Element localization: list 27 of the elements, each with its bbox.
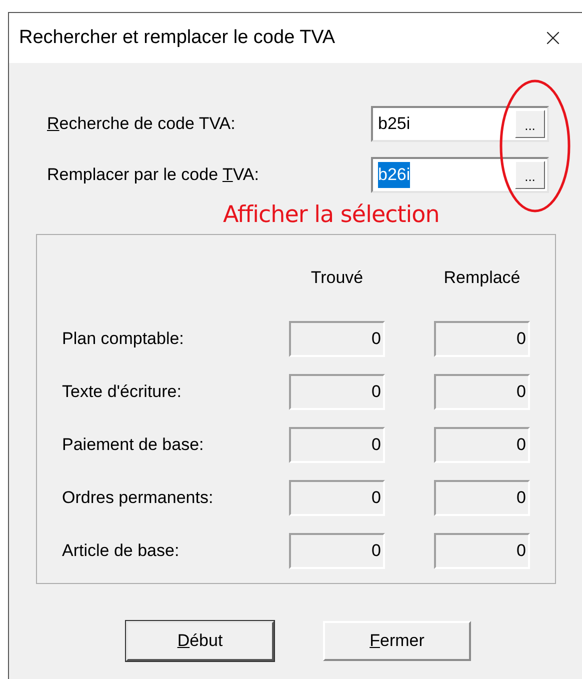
- row-label: Article de base:: [62, 540, 180, 562]
- input-field[interactable]: b26i ...: [371, 157, 549, 193]
- count-field: 0: [434, 533, 530, 569]
- count-field: 0: [434, 480, 530, 516]
- column-header: Trouvé: [310, 267, 364, 287]
- row-label: Texte d'écriture:: [62, 381, 182, 404]
- field-label: Remplacer par le code TVA:: [47, 164, 260, 186]
- browse-button[interactable]: ...: [515, 110, 545, 138]
- browse-button[interactable]: ...: [515, 161, 545, 189]
- count-field: 0: [434, 374, 530, 410]
- row-label: Paiement de base:: [62, 434, 205, 456]
- window-title: Rechercher et remplacer le code TVA: [19, 26, 336, 50]
- count-field: 0: [289, 480, 385, 516]
- count-field: 0: [289, 427, 385, 463]
- count-field: 0: [289, 321, 385, 357]
- annotation-text: Afficher la sélection: [223, 200, 440, 230]
- row-label: Plan comptable:: [62, 328, 185, 350]
- field-label: Recherche de code TVA:: [47, 113, 236, 136]
- dialog-button[interactable]: Fermer: [323, 621, 471, 661]
- count-field: 0: [289, 374, 385, 410]
- row-label: Ordres permanents:: [62, 487, 214, 510]
- input-field[interactable]: b25i ...: [371, 106, 549, 142]
- count-field: 0: [434, 321, 530, 357]
- column-header: Remplacé: [442, 267, 522, 287]
- dialog-button[interactable]: Début: [126, 621, 274, 661]
- count-field: 0: [289, 533, 385, 569]
- count-field: 0: [434, 427, 530, 463]
